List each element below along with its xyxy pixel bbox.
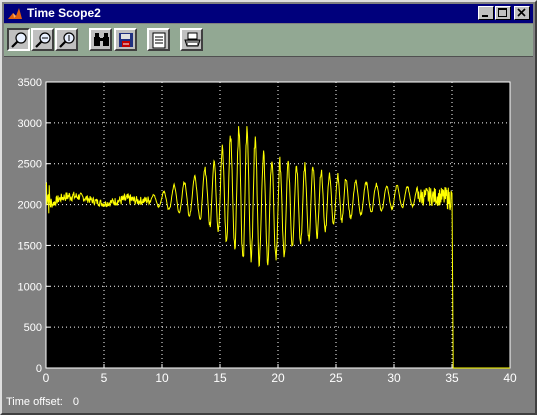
zoom-x-button[interactable] — [31, 28, 54, 51]
y-tick-label: 1000 — [18, 281, 42, 293]
y-tick-label: 2500 — [18, 159, 42, 171]
x-tick-label: 25 — [329, 371, 343, 385]
window-title: Time Scope2 — [27, 6, 101, 20]
x-tick-label: 20 — [271, 371, 285, 385]
maximize-icon — [498, 8, 507, 17]
toolbar — [4, 24, 533, 57]
scope-plot[interactable]: 0 5 10 15 20 25 30 35 40 0 500 1000 1500 2000 2500 3000… — [2, 57, 535, 395]
autoscale-button[interactable] — [89, 28, 112, 51]
time-offset-value: 0 — [72, 396, 79, 408]
parameters-icon — [152, 32, 166, 49]
x-tick-label: 35 — [445, 371, 459, 385]
status-bar: Time offset: 0 — [6, 396, 79, 409]
scope-window: Time Scope2 0 5 10 15 20 25 30 35 40 0 5… — [0, 0, 537, 415]
magnifier-y-icon — [59, 32, 75, 48]
y-tick-label: 1500 — [18, 240, 42, 252]
x-tick-label: 40 — [503, 371, 517, 385]
print-button[interactable] — [180, 28, 203, 51]
y-tick-label: 3000 — [18, 118, 42, 130]
minimize-icon — [482, 15, 488, 17]
zoom-y-button[interactable] — [55, 28, 78, 51]
x-tick-label: 30 — [387, 371, 401, 385]
close-icon — [517, 8, 526, 17]
parameters-button[interactable] — [147, 28, 170, 51]
title-bar[interactable]: Time Scope2 — [4, 4, 533, 23]
x-tick-label: 0 — [43, 371, 50, 385]
plot-area — [46, 82, 510, 368]
close-button[interactable] — [514, 6, 530, 20]
magnifier-x-icon — [35, 32, 51, 48]
minimize-button[interactable] — [478, 6, 494, 20]
printer-icon — [184, 32, 201, 47]
y-tick-label: 500 — [24, 322, 42, 334]
zoom-button[interactable] — [7, 28, 30, 51]
y-tick-label: 2000 — [18, 200, 42, 212]
binoculars-icon — [94, 33, 109, 46]
x-tick-label: 5 — [101, 371, 108, 385]
y-tick-label: 0 — [36, 363, 42, 375]
y-tick-label: 3500 — [18, 77, 42, 89]
x-tick-label: 10 — [155, 371, 169, 385]
time-offset-label: Time offset: — [6, 396, 63, 408]
save-axes-button[interactable] — [114, 28, 137, 51]
x-tick-label: 15 — [213, 371, 227, 385]
save-axes-icon — [119, 33, 133, 47]
magnifier-icon — [11, 32, 27, 48]
matlab-icon — [7, 6, 23, 22]
maximize-button[interactable] — [495, 6, 511, 20]
